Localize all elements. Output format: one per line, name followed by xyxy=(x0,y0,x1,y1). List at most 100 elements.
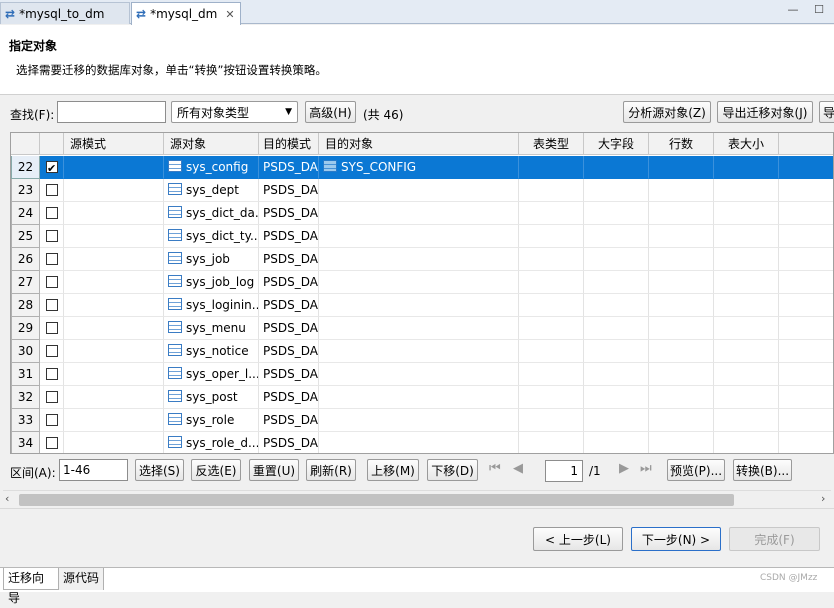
row-checkbox[interactable] xyxy=(46,276,58,288)
table-icon xyxy=(168,321,182,333)
table-row[interactable]: 32 sys_post PSDS_DA. xyxy=(11,386,833,409)
col-lob[interactable]: 大字段 xyxy=(584,133,649,155)
empty-cell xyxy=(519,432,584,453)
scroll-right-icon[interactable]: › xyxy=(821,492,825,505)
next-step-button[interactable]: 下一步(N) > xyxy=(631,527,721,551)
row-checkbox[interactable] xyxy=(46,230,58,242)
chevron-down-icon: ▼ xyxy=(285,107,292,117)
dest-schema-cell: PSDS_DA. xyxy=(259,156,319,179)
col-table-type[interactable]: 表类型 xyxy=(519,133,584,155)
row-checkbox[interactable] xyxy=(46,207,58,219)
dest-object-cell xyxy=(319,271,519,294)
maximize-icon[interactable]: ☐ xyxy=(812,4,826,16)
table-row[interactable]: 24 sys_dict_da.. PSDS_DA. xyxy=(11,202,833,225)
object-type-select[interactable]: 所有对象类型 ▼ xyxy=(171,101,298,123)
row-checkbox-cell xyxy=(40,317,64,340)
refresh-button[interactable]: 刷新(R) xyxy=(306,459,356,481)
wizard-header: 指定对象 选择需要迁移的数据库对象，单击“转换”按钮设置转换策略。 xyxy=(0,25,834,95)
table-row[interactable]: 22 sys_config PSDS_DA. SYS_CONFIG xyxy=(11,156,833,179)
table-row[interactable]: 29 sys_menu PSDS_DA. xyxy=(11,317,833,340)
invert-select-button[interactable]: 反选(E) xyxy=(191,459,241,481)
table-icon xyxy=(168,436,182,448)
tab-mysql-dm[interactable]: ⇄ *mysql_dm ✕ xyxy=(131,2,241,25)
empty-cell xyxy=(519,363,584,386)
empty-cell xyxy=(649,202,714,225)
table-icon xyxy=(323,160,337,172)
col-dst-schema[interactable]: 目的模式 xyxy=(259,133,319,155)
table-row[interactable]: 34 sys_role_d... PSDS_DA. xyxy=(11,432,833,453)
select-button[interactable]: 选择(S) xyxy=(135,459,184,481)
source-schema-cell xyxy=(64,179,164,202)
row-number: 30 xyxy=(11,340,40,363)
empty-cell xyxy=(779,409,833,432)
convert-button[interactable]: 转换(B)... xyxy=(733,459,792,481)
preview-button[interactable]: 预览(P)... xyxy=(667,459,725,481)
find-input[interactable] xyxy=(57,101,166,123)
row-checkbox[interactable] xyxy=(46,391,58,403)
table-row[interactable]: 33 sys_role PSDS_DA. xyxy=(11,409,833,432)
table-row[interactable]: 26 sys_job PSDS_DA. xyxy=(11,248,833,271)
table-row[interactable]: 28 sys_loginin... PSDS_DA. xyxy=(11,294,833,317)
table-row[interactable]: 31 sys_oper_l... PSDS_DA. xyxy=(11,363,833,386)
source-object-name: sys_role xyxy=(186,413,235,427)
scroll-thumb[interactable] xyxy=(19,494,734,506)
source-schema-cell xyxy=(64,271,164,294)
source-object-cell: sys_post xyxy=(164,386,259,409)
row-checkbox[interactable] xyxy=(46,157,58,178)
range-input[interactable]: 1-46 xyxy=(59,459,128,481)
table-row[interactable]: 23 sys_dept PSDS_DA. xyxy=(11,179,833,202)
source-object-name: sys_dict_da.. xyxy=(186,206,259,220)
tab-mysql-to-dm[interactable]: ⇄ *mysql_to_dm xyxy=(0,2,130,24)
source-object-name: sys_dict_ty... xyxy=(186,229,259,243)
row-checkbox[interactable] xyxy=(46,253,58,265)
advanced-button[interactable]: 高级(H) xyxy=(305,101,356,123)
dest-schema-cell: PSDS_DA. xyxy=(259,409,319,432)
prev-step-button[interactable]: < 上一步(L) xyxy=(533,527,623,551)
close-tab-icon[interactable]: ✕ xyxy=(225,8,234,21)
col-dst-object[interactable]: 目的对象 xyxy=(319,133,519,155)
page-input[interactable]: 1 xyxy=(545,460,583,482)
col-src-schema[interactable]: 源模式 xyxy=(64,133,164,155)
empty-cell xyxy=(649,225,714,248)
col-row-count[interactable]: 行数 xyxy=(649,133,714,155)
first-page-icon[interactable]: ⏮ xyxy=(489,461,501,476)
horizontal-scrollbar[interactable]: ‹ › xyxy=(3,490,831,507)
migrate-arrows-icon: ⇄ xyxy=(5,6,16,21)
table-row[interactable]: 25 sys_dict_ty... PSDS_DA. xyxy=(11,225,833,248)
reset-button[interactable]: 重置(U) xyxy=(249,459,299,481)
row-checkbox[interactable] xyxy=(46,437,58,449)
row-number: 26 xyxy=(11,248,40,271)
table-row[interactable]: 30 sys_notice PSDS_DA. xyxy=(11,340,833,363)
row-checkbox[interactable] xyxy=(46,368,58,380)
row-checkbox[interactable] xyxy=(46,414,58,426)
move-up-button[interactable]: 上移(M) xyxy=(367,459,419,481)
row-checkbox[interactable] xyxy=(46,299,58,311)
row-checkbox[interactable] xyxy=(46,184,58,196)
row-checkbox[interactable] xyxy=(46,322,58,334)
scroll-left-icon[interactable]: ‹ xyxy=(5,492,9,505)
row-checkbox-cell xyxy=(40,386,64,409)
tab-migration-wizard[interactable]: 迁移向导 xyxy=(3,568,59,605)
row-number: 23 xyxy=(11,179,40,202)
dest-schema-cell: PSDS_DA. xyxy=(259,294,319,317)
col-src-object[interactable]: 源对象 xyxy=(164,133,259,155)
analyze-source-button[interactable]: 分析源对象(Z) xyxy=(623,101,711,123)
import-button[interactable]: 导 xyxy=(819,101,834,123)
empty-cell xyxy=(779,363,833,386)
move-down-button[interactable]: 下移(D) xyxy=(427,459,478,481)
table-row[interactable]: 27 sys_job_log PSDS_DA. xyxy=(11,271,833,294)
empty-cell xyxy=(714,432,779,453)
col-table-size[interactable]: 表大小 xyxy=(714,133,779,155)
tab-source-code[interactable]: 源代码 xyxy=(59,568,104,590)
check-column-header[interactable] xyxy=(40,133,64,155)
empty-cell xyxy=(649,409,714,432)
finish-button[interactable]: 完成(F) xyxy=(729,527,820,551)
row-checkbox[interactable] xyxy=(46,345,58,357)
empty-cell xyxy=(584,179,649,202)
prev-page-icon[interactable]: ◀ xyxy=(513,461,523,476)
next-page-icon[interactable]: ▶ xyxy=(619,461,629,476)
empty-cell xyxy=(584,248,649,271)
last-page-icon[interactable]: ⏭ xyxy=(640,461,652,476)
minimize-icon[interactable]: — xyxy=(786,4,800,16)
export-objects-button[interactable]: 导出迁移对象(J) xyxy=(717,101,813,123)
